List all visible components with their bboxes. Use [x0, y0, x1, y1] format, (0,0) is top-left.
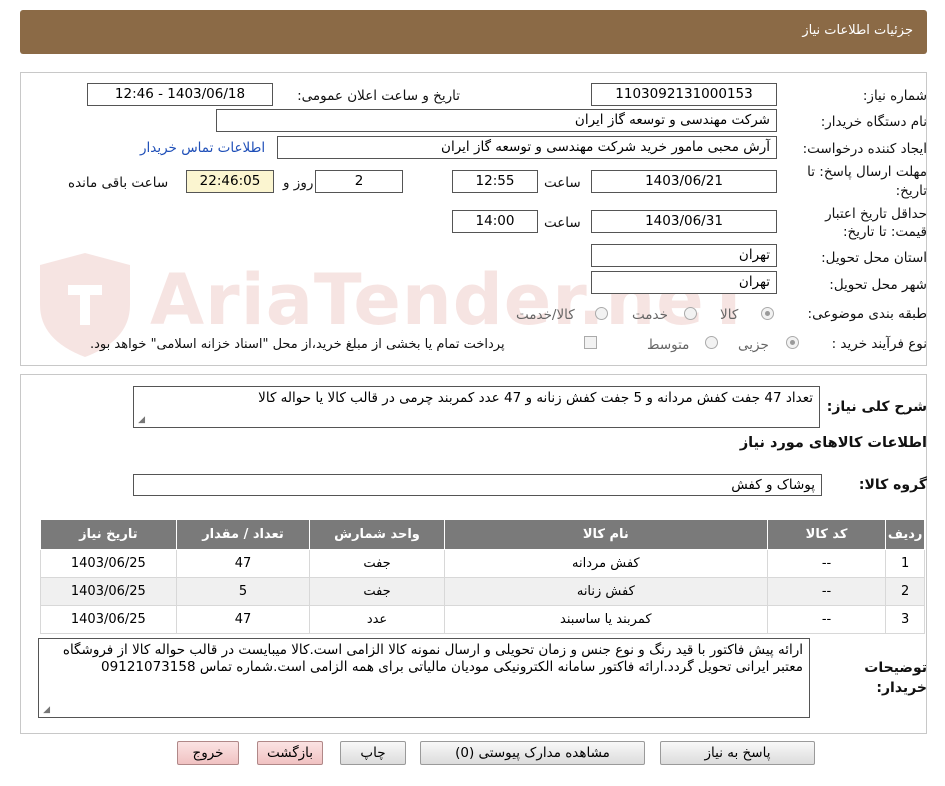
process-label: نوع فرآیند خرید : [831, 336, 927, 352]
validity-time-label: ساعت [544, 215, 581, 231]
goods-info-title: اطلاعات کالاهای مورد نیاز [739, 435, 927, 451]
days-label: روز و [283, 175, 314, 191]
cell-name: کمربند یا ساسبند [443, 605, 768, 634]
cell-row-number: 1 [885, 549, 925, 578]
process-option-medium: متوسط [647, 337, 690, 353]
cell-date: 1403/06/25 [40, 549, 177, 578]
payment-note: پرداخت تمام یا بخشی از مبلغ خرید،از محل … [90, 337, 505, 352]
validity-label-line1: حداقل تاریخ اعتبار [825, 206, 927, 222]
cell-code: -- [766, 605, 887, 634]
cell-date: 1403/06/25 [40, 577, 177, 606]
validity-time-field: 14:00 [452, 210, 538, 233]
validity-date-field: 1403/06/31 [591, 210, 777, 233]
cell-row-number: 3 [885, 605, 925, 634]
goods-group-label: گروه کالا: [858, 477, 927, 493]
category-radio-service[interactable] [684, 307, 697, 320]
province-label: استان محل تحویل: [821, 250, 927, 266]
buyer-contact-link[interactable]: اطلاعات تماس خریدار [140, 140, 265, 156]
summary-text: تعداد 47 جفت کفش مردانه و 5 جفت کفش زنان… [258, 390, 813, 406]
buyer-org-field: شرکت مهندسی و توسعه گاز ایران [216, 109, 777, 132]
category-label: طبقه بندی موضوعی: [807, 306, 927, 322]
cell-name: کفش مردانه [443, 549, 768, 578]
deadline-time-label: ساعت [544, 175, 581, 191]
cell-date: 1403/06/25 [40, 605, 177, 634]
cell-unit: عدد [309, 605, 445, 634]
col-header-date: تاریخ نیاز [40, 519, 177, 550]
cell-unit: جفت [309, 577, 445, 606]
buyer-notes-text: ارائه پیش فاکتور با قید رنگ و نوع جنس و … [62, 642, 803, 675]
remaining-label: ساعت باقی مانده [68, 175, 169, 191]
table-row: 1 -- کفش مردانه جفت 47 1403/06/25 [40, 549, 925, 578]
category-radio-goods[interactable] [761, 307, 774, 320]
items-table: ردیف کد کالا نام کالا واحد شمارش تعداد /… [40, 519, 925, 634]
creator-field: آرش محبی مامور خرید شرکت مهندسی و توسعه … [277, 136, 777, 159]
city-label: شهر محل تحویل: [829, 277, 927, 293]
category-radio-goods-service[interactable] [595, 307, 608, 320]
cell-unit: جفت [309, 549, 445, 578]
col-header-code: کد کالا [766, 519, 887, 550]
cell-row-number: 2 [885, 577, 925, 606]
process-option-minor: جزیی [738, 337, 769, 353]
deadline-time-field: 12:55 [452, 170, 538, 193]
goods-group-field: پوشاک و کفش [133, 474, 822, 496]
items-table-header: ردیف کد کالا نام کالا واحد شمارش تعداد /… [40, 519, 925, 550]
announce-field: 1403/06/18 - 12:46 [87, 83, 273, 106]
need-number-field: 1103092131000153 [591, 83, 777, 106]
page-title: جزئیات اطلاعات نیاز [802, 23, 913, 38]
cell-qty: 47 [175, 549, 311, 578]
summary-textarea: تعداد 47 جفت کفش مردانه و 5 جفت کفش زنان… [133, 386, 820, 428]
remaining-time-field: 22:46:05 [186, 170, 274, 193]
summary-label: شرح کلی نیاز: [826, 399, 927, 415]
category-option-service: خدمت [632, 307, 668, 323]
col-header-unit: واحد شمارش [309, 519, 445, 550]
reply-button[interactable]: پاسخ به نیاز [660, 741, 815, 765]
category-option-goods-service: کالا/خدمت [516, 307, 575, 323]
items-table-wrapper: ردیف کد کالا نام کالا واحد شمارش تعداد /… [40, 519, 925, 634]
col-header-name: نام کالا [443, 519, 768, 550]
cell-code: -- [766, 577, 887, 606]
process-radio-medium[interactable] [705, 336, 718, 349]
resize-grip-icon[interactable]: ◢ [136, 416, 145, 425]
back-button[interactable]: بازگشت [257, 741, 323, 765]
validity-label-line2: قیمت: تا تاریخ: [843, 224, 927, 240]
cell-name: کفش زنانه [443, 577, 768, 606]
days-field: 2 [315, 170, 403, 193]
category-option-goods: کالا [720, 307, 739, 323]
creator-label: ایجاد کننده درخواست: [802, 141, 927, 157]
process-radio-minor[interactable] [786, 336, 799, 349]
col-header-row: ردیف [885, 519, 925, 550]
city-field: تهران [591, 271, 777, 294]
print-button[interactable]: چاپ [340, 741, 406, 765]
buyer-notes-textarea: ارائه پیش فاکتور با قید رنگ و نوع جنس و … [38, 638, 810, 718]
deadline-date-field: 1403/06/21 [591, 170, 777, 193]
buyer-org-label: نام دستگاه خریدار: [820, 114, 927, 130]
page-header: جزئیات اطلاعات نیاز [20, 10, 927, 54]
table-row: 2 -- کفش زنانه جفت 5 1403/06/25 [40, 577, 925, 606]
buyer-notes-label-line2: خریدار: [876, 680, 927, 696]
deadline-label-line2: تاریخ: [895, 183, 927, 199]
treasury-payment-checkbox[interactable] [584, 336, 597, 349]
announce-label: تاریخ و ساعت اعلان عمومی: [297, 88, 460, 104]
exit-button[interactable]: خروج [177, 741, 239, 765]
province-field: تهران [591, 244, 777, 267]
cell-qty: 47 [175, 605, 311, 634]
table-row: 3 -- کمربند یا ساسبند عدد 47 1403/06/25 [40, 605, 925, 634]
cell-qty: 5 [175, 577, 311, 606]
attachments-button[interactable]: مشاهده مدارک پیوستی (0) [420, 741, 645, 765]
deadline-label-line1: مهلت ارسال پاسخ: تا [807, 164, 927, 180]
col-header-qty: تعداد / مقدار [175, 519, 311, 550]
buyer-notes-label-line1: توضیحات [864, 660, 927, 676]
need-number-label: شماره نیاز: [862, 88, 927, 104]
cell-code: -- [766, 549, 887, 578]
resize-grip-icon[interactable]: ◢ [41, 706, 50, 715]
